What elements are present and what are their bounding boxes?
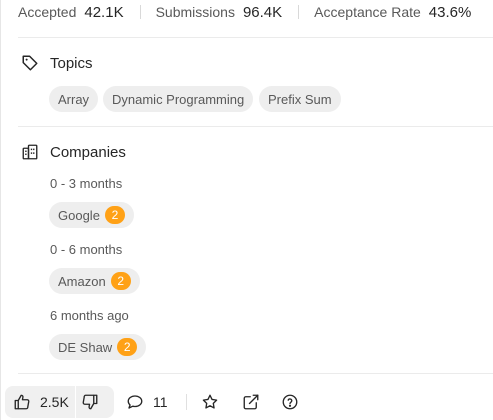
stat-submissions: Submissions 96.4K (156, 4, 283, 21)
help-icon (282, 394, 298, 410)
thumbs-down-icon (82, 394, 98, 410)
stat-accepted: Accepted 42.1K (18, 4, 124, 21)
vote-group: 2.5K (5, 386, 114, 418)
company-tag-amazon[interactable]: Amazon 2 (49, 268, 140, 294)
panel-border (0, 0, 1, 420)
stat-value: 96.4K (242, 3, 283, 21)
topic-tag[interactable]: Dynamic Programming (103, 86, 254, 112)
like-button[interactable]: 2.5K (5, 386, 69, 418)
stat-label: Accepted (18, 3, 77, 20)
period-label: 0 - 6 months (50, 242, 123, 257)
stat-acceptance-rate: Acceptance Rate 43.6% (314, 4, 471, 21)
divider (186, 394, 187, 410)
section-divider (18, 37, 493, 38)
comment-icon (127, 395, 143, 409)
divider (298, 5, 300, 19)
comments-button[interactable]: 11 (126, 386, 168, 418)
count-badge: 2 (117, 338, 138, 356)
section-divider (18, 373, 493, 374)
count-badge: 2 (104, 206, 125, 224)
tag-icon (20, 53, 40, 73)
period-label: 0 - 3 months (50, 176, 123, 191)
dislike-button[interactable] (76, 386, 104, 418)
star-icon (202, 394, 218, 409)
thumbs-up-icon (14, 394, 30, 410)
topics-title: Topics (50, 54, 93, 72)
stat-label: Submissions (155, 3, 235, 20)
companies-title: Companies (50, 143, 126, 161)
company-tag-de-shaw[interactable]: DE Shaw 2 (49, 334, 147, 360)
comment-count: 11 (153, 394, 168, 410)
favorite-button[interactable] (201, 386, 219, 418)
share-button[interactable] (242, 386, 260, 418)
company-name: DE Shaw (58, 339, 113, 355)
company-name: Amazon (58, 273, 106, 289)
stat-label: Acceptance Rate (314, 3, 421, 20)
count-badge: 2 (110, 272, 131, 290)
stat-value: 43.6% (428, 3, 472, 21)
stats-row: Accepted 42.1K Submissions 96.4K Accepta… (18, 0, 471, 24)
company-name: Google (58, 207, 100, 223)
section-divider (18, 126, 493, 127)
stat-value: 42.1K (84, 3, 124, 21)
topics-header[interactable]: Topics (20, 53, 93, 73)
action-bar: 2.5K 11 (0, 386, 493, 418)
like-count: 2.5K (40, 394, 69, 410)
share-icon (243, 394, 259, 410)
help-button[interactable] (281, 386, 299, 418)
building-icon (20, 142, 40, 162)
period-label: 6 months ago (50, 308, 129, 323)
companies-header[interactable]: Companies (20, 142, 126, 162)
topic-tag[interactable]: Array (49, 86, 99, 112)
divider (139, 5, 141, 19)
company-tag-google[interactable]: Google 2 (49, 202, 134, 228)
topic-tag[interactable]: Prefix Sum (259, 86, 341, 112)
